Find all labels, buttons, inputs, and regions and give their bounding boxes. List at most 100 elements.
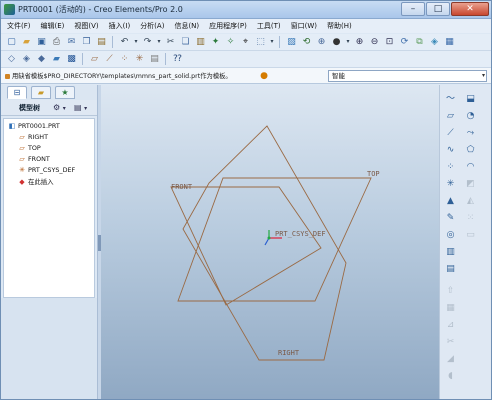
tree-item-top[interactable]: ▱ TOP bbox=[18, 144, 41, 152]
zoom-in-icon[interactable]: ⊕ bbox=[353, 36, 366, 49]
rib-tool-icon[interactable]: ▤ bbox=[444, 263, 457, 276]
shell-tool-icon[interactable]: ▥ bbox=[444, 246, 457, 259]
menu-tools[interactable]: 工具(T) bbox=[257, 21, 281, 31]
trim-tool-icon[interactable]: ✂ bbox=[444, 336, 457, 349]
menu-file[interactable]: 文件(F) bbox=[7, 21, 31, 31]
hidden-line-icon[interactable]: ◈ bbox=[20, 53, 33, 66]
paste-icon[interactable]: ▤ bbox=[95, 36, 108, 49]
datum-planes-icon[interactable]: ▱ bbox=[88, 53, 101, 66]
offset-tool-icon[interactable]: ◖ bbox=[444, 370, 457, 383]
datum-plane-front[interactable] bbox=[170, 186, 322, 306]
graphics-window[interactable]: FRONT TOP RIGHT PRT_CSYS_DEF bbox=[101, 85, 439, 399]
csys-display-icon[interactable]: ✳ bbox=[133, 53, 146, 66]
tab-model-tree[interactable]: ⊟ bbox=[7, 86, 27, 99]
csys-label[interactable]: PRT_CSYS_DEF bbox=[275, 230, 326, 238]
appearance-dropdown-icon[interactable]: ▾ bbox=[345, 36, 351, 49]
print-icon[interactable]: ⎙ bbox=[50, 36, 63, 49]
mirror-tool-icon[interactable]: ▦ bbox=[444, 302, 457, 315]
close-button[interactable]: ✕ bbox=[451, 2, 489, 16]
menu-insert[interactable]: 插入(I) bbox=[109, 21, 131, 31]
select-box-icon[interactable]: ⬚ bbox=[254, 36, 267, 49]
datum-sketch-icon[interactable]: 〜 bbox=[444, 93, 457, 106]
tree-show-button[interactable]: ▤ ▾ bbox=[74, 102, 87, 114]
redo-dropdown-icon[interactable]: ▾ bbox=[156, 36, 162, 49]
spin-center-icon[interactable]: ⟲ bbox=[300, 36, 313, 49]
cut-icon[interactable]: ✂ bbox=[164, 36, 177, 49]
shading-icon[interactable]: ▰ bbox=[50, 53, 63, 66]
datum-points-icon[interactable]: ⁘ bbox=[118, 53, 131, 66]
regen-manager-icon[interactable]: ✧ bbox=[224, 36, 237, 49]
menu-applications[interactable]: 应用程序(P) bbox=[209, 21, 247, 31]
extend-tool-icon[interactable]: ◢ bbox=[444, 353, 457, 366]
redo-icon[interactable]: ↷ bbox=[141, 36, 154, 49]
front-plane-label[interactable]: FRONT bbox=[171, 183, 193, 191]
datum-point-icon[interactable]: ⁘ bbox=[444, 161, 457, 174]
top-plane-label[interactable]: TOP bbox=[367, 170, 380, 178]
tree-item-part[interactable]: ◧ PRT0001.PRT bbox=[8, 122, 60, 130]
tab-favorites[interactable]: ★ bbox=[55, 86, 75, 99]
menu-edit[interactable]: 编辑(E) bbox=[41, 21, 65, 31]
analysis-icon[interactable]: ▲ bbox=[444, 195, 457, 208]
orient-icon[interactable]: ⊕ bbox=[315, 36, 328, 49]
no-hidden-icon[interactable]: ◆ bbox=[35, 53, 48, 66]
datum-plane-right[interactable] bbox=[182, 125, 347, 361]
blend-tool-icon[interactable]: ⬠ bbox=[464, 144, 477, 157]
sweep-tool-icon[interactable]: ⤳ bbox=[464, 127, 477, 140]
wireframe-icon[interactable]: ◇ bbox=[5, 53, 18, 66]
datum-axis-tool-icon[interactable]: ⟋ bbox=[444, 127, 457, 140]
select-dropdown-icon[interactable]: ▾ bbox=[269, 36, 275, 49]
menu-info[interactable]: 信息(N) bbox=[174, 21, 199, 31]
merge-tool-icon[interactable]: ⊿ bbox=[444, 319, 457, 332]
minimize-button[interactable]: – bbox=[401, 2, 425, 16]
pattern-tool-icon[interactable]: ⁙ bbox=[464, 212, 477, 225]
paste-special-icon[interactable]: ▥ bbox=[194, 36, 207, 49]
tree-item-right[interactable]: ▱ RIGHT bbox=[18, 133, 48, 141]
datum-curve-icon[interactable]: ∿ bbox=[444, 144, 457, 157]
tree-item-front[interactable]: ▱ FRONT bbox=[18, 155, 50, 163]
menu-help[interactable]: 帮助(H) bbox=[327, 21, 352, 31]
regen-icon[interactable]: ✦ bbox=[209, 36, 222, 49]
draft-tool-icon[interactable]: ◭ bbox=[464, 195, 477, 208]
thicken-tool-icon[interactable]: ▭ bbox=[464, 229, 477, 242]
enhanced-icon[interactable]: ▩ bbox=[65, 53, 78, 66]
tree-item-csys[interactable]: ✳ PRT_CSYS_DEF bbox=[18, 166, 75, 174]
tree-item-insert-here[interactable]: ◆ 在此插入 bbox=[18, 177, 53, 187]
zoom-out-icon[interactable]: ⊖ bbox=[368, 36, 381, 49]
find-icon[interactable]: ⌖ bbox=[239, 36, 252, 49]
datum-plane-top[interactable] bbox=[177, 177, 372, 302]
context-help-icon[interactable]: ⁇ bbox=[171, 53, 184, 66]
annotations-icon[interactable]: ▤ bbox=[148, 53, 161, 66]
save-icon[interactable]: ▣ bbox=[35, 36, 48, 49]
undo-dropdown-icon[interactable]: ▾ bbox=[133, 36, 139, 49]
open-icon[interactable]: ▰ bbox=[20, 36, 33, 49]
datum-csys-icon[interactable]: ✳ bbox=[444, 178, 457, 191]
new-icon[interactable]: ▢ bbox=[5, 36, 18, 49]
menu-view[interactable]: 视图(V) bbox=[74, 21, 98, 31]
menu-analysis[interactable]: 分析(A) bbox=[140, 21, 164, 31]
selection-filter[interactable]: 智能 ▾ bbox=[328, 70, 487, 82]
tab-folder-browser[interactable]: ▰ bbox=[31, 86, 51, 99]
hole-tool-icon[interactable]: ◎ bbox=[444, 229, 457, 242]
datum-axes-icon[interactable]: ⟋ bbox=[103, 53, 116, 66]
chevron-down-icon[interactable]: ▾ bbox=[482, 71, 485, 81]
saved-views-icon[interactable]: ⧉ bbox=[413, 36, 426, 49]
view-manager-icon[interactable]: ▦ bbox=[443, 36, 456, 49]
email-icon[interactable]: ✉ bbox=[65, 36, 78, 49]
undo-icon[interactable]: ↶ bbox=[118, 36, 131, 49]
extrude-tool-icon[interactable]: ⬓ bbox=[464, 93, 477, 106]
chamfer-tool-icon[interactable]: ◩ bbox=[464, 178, 477, 191]
datum-plane-tool-icon[interactable]: ▱ bbox=[444, 110, 457, 123]
right-plane-label[interactable]: RIGHT bbox=[278, 349, 300, 357]
revolve-tool-icon[interactable]: ◔ bbox=[464, 110, 477, 123]
copy-feature-icon[interactable]: ⇧ bbox=[444, 285, 457, 298]
maximize-button[interactable]: □ bbox=[426, 2, 450, 16]
appearance-icon[interactable]: ● bbox=[330, 36, 343, 49]
sketch-tool-icon[interactable]: ✎ bbox=[444, 212, 457, 225]
copy-icon[interactable]: ❐ bbox=[80, 36, 93, 49]
reorient-icon[interactable]: ⟳ bbox=[398, 36, 411, 49]
round-tool-icon[interactable]: ◠ bbox=[464, 161, 477, 174]
refit-icon[interactable]: ⊡ bbox=[383, 36, 396, 49]
layers-icon[interactable]: ◈ bbox=[428, 36, 441, 49]
copy2-icon[interactable]: ❏ bbox=[179, 36, 192, 49]
menu-window[interactable]: 窗口(W) bbox=[291, 21, 317, 31]
